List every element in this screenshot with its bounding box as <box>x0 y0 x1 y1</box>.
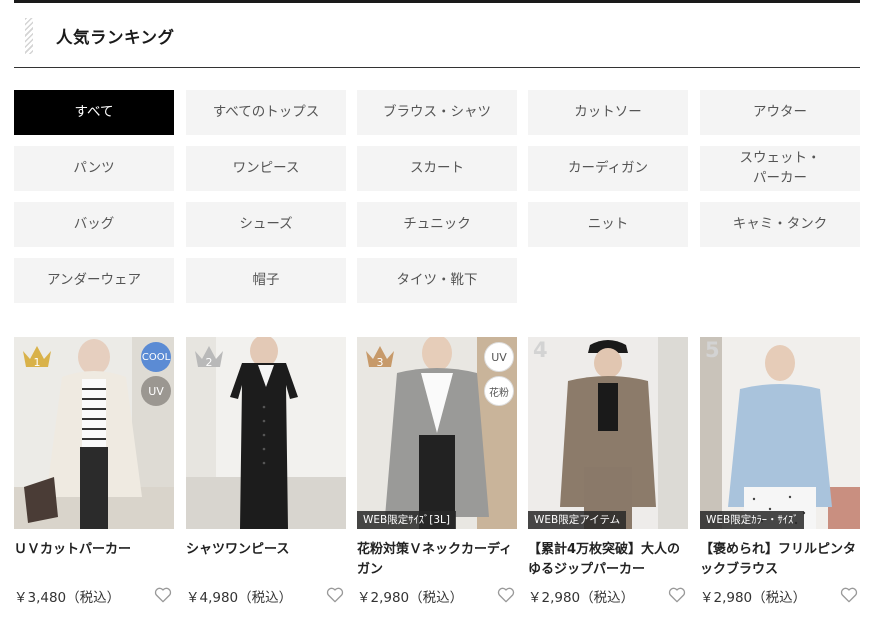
product-price: ￥2,980（税込） <box>528 590 635 606</box>
product-price: ￥4,980（税込） <box>186 590 293 606</box>
category-tunic[interactable]: チュニック <box>357 202 517 247</box>
category-tights-socks[interactable]: タイツ・靴下 <box>357 258 517 303</box>
category-all-tops[interactable]: すべてのトップス <box>186 90 346 135</box>
hatch-decoration <box>25 18 33 54</box>
category-all[interactable]: すべて <box>14 90 174 135</box>
web-limited-ribbon: WEB限定ｶﾗｰ・ｻｲｽﾞ <box>700 511 805 529</box>
category-one-piece[interactable]: ワンピース <box>186 146 346 191</box>
category-cardigan[interactable]: カーディガン <box>528 146 688 191</box>
product-price: ￥2,980（税込） <box>357 590 464 606</box>
product-name[interactable]: ＵＶカットパーカー <box>14 540 174 560</box>
uv-badge: UV <box>484 342 514 372</box>
category-underwear[interactable]: アンダーウェア <box>14 258 174 303</box>
product-image[interactable]: 2 <box>186 337 346 529</box>
product-photo <box>700 337 860 529</box>
product-image[interactable]: 1 COOL UV <box>14 337 174 529</box>
category-pants[interactable]: パンツ <box>14 146 174 191</box>
svg-text:1: 1 <box>34 356 41 369</box>
crown-icon: 3 <box>366 346 394 369</box>
category-cut-sew[interactable]: カットソー <box>528 90 688 135</box>
section-title: 人気ランキング <box>56 28 175 47</box>
product-photo <box>528 337 688 529</box>
heart-outline-icon[interactable] <box>667 585 687 605</box>
product-card[interactable]: 2 シャツワンピース ￥4,980（税込） <box>186 337 346 617</box>
category-knit[interactable]: ニット <box>528 202 688 247</box>
heart-outline-icon[interactable] <box>325 585 345 605</box>
crown-icon: 1 <box>23 346 51 369</box>
product-price: ￥3,480（税込） <box>14 590 121 606</box>
cool-badge: COOL <box>141 342 171 372</box>
product-name[interactable]: シャツワンピース <box>186 540 346 560</box>
category-shoes[interactable]: シューズ <box>186 202 346 247</box>
product-name[interactable]: 花粉対策Ｖネックカーディガン <box>357 540 517 580</box>
category-bag[interactable]: バッグ <box>14 202 174 247</box>
heart-outline-icon[interactable] <box>153 585 173 605</box>
product-card[interactable]: 5 WEB限定ｶﾗｰ・ｻｲｽﾞ 【褒められ】フリルピンタックブラウス ￥2,98… <box>700 337 860 617</box>
uv-badge: UV <box>141 376 171 406</box>
product-price: ￥2,980（税込） <box>700 590 807 606</box>
product-name[interactable]: 【累計4万枚突破】大人のゆるジップパーカー <box>528 540 688 580</box>
product-name[interactable]: 【褒められ】フリルピンタックブラウス <box>700 540 860 580</box>
web-limited-ribbon: WEB限定アイテム <box>528 511 627 529</box>
category-blouse-shirt[interactable]: ブラウス・シャツ <box>357 90 517 135</box>
ranking-header: 人気ランキング <box>14 0 860 68</box>
product-image[interactable]: 5 WEB限定ｶﾗｰ・ｻｲｽﾞ <box>700 337 860 529</box>
rank-number: 4 <box>533 338 548 362</box>
product-image[interactable]: 4 WEB限定アイテム <box>528 337 688 529</box>
category-cami-tank[interactable]: キャミ・タンク <box>700 202 860 247</box>
category-skirt[interactable]: スカート <box>357 146 517 191</box>
heart-outline-icon[interactable] <box>496 585 516 605</box>
product-card[interactable]: 3 UV 花粉 WEB限定ｻｲｽﾞ[3L] 花粉対策Ｖネックカーディガン ￥2,… <box>357 337 517 617</box>
svg-text:3: 3 <box>377 356 384 369</box>
heart-outline-icon[interactable] <box>839 585 859 605</box>
category-sweat-parka[interactable]: スウェット・ パーカー <box>700 146 860 191</box>
product-image[interactable]: 3 UV 花粉 WEB限定ｻｲｽﾞ[3L] <box>357 337 517 529</box>
category-outer[interactable]: アウター <box>700 90 860 135</box>
category-hat[interactable]: 帽子 <box>186 258 346 303</box>
web-limited-ribbon: WEB限定ｻｲｽﾞ[3L] <box>357 511 456 529</box>
crown-icon: 2 <box>195 346 223 369</box>
rank-number: 5 <box>705 338 720 362</box>
product-card[interactable]: 1 COOL UV ＵＶカットパーカー ￥3,480（税込） <box>14 337 174 617</box>
product-card[interactable]: 4 WEB限定アイテム 【累計4万枚突破】大人のゆるジップパーカー ￥2,980… <box>528 337 688 617</box>
svg-text:2: 2 <box>206 356 213 369</box>
pollen-badge: 花粉 <box>484 376 514 406</box>
